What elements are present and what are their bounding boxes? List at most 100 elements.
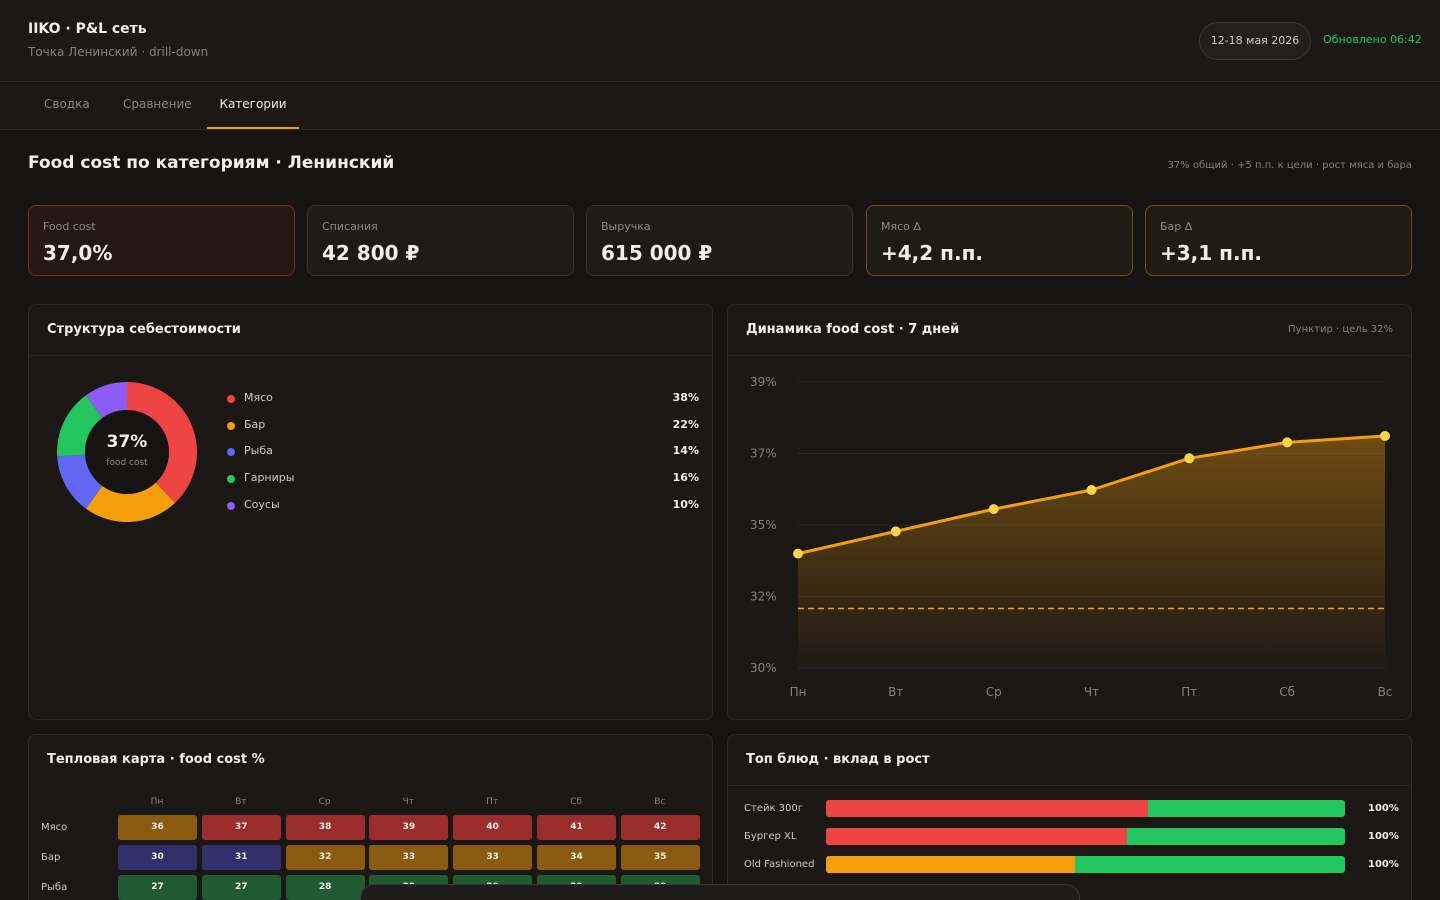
updated-status: Обновлено 06:42 bbox=[1323, 33, 1422, 46]
legend-label: Бар bbox=[244, 417, 266, 431]
heatmap-cell[interactable]: 28 bbox=[285, 875, 365, 900]
divider bbox=[728, 355, 1411, 356]
legend-dot-icon bbox=[227, 501, 235, 510]
x-tick-label: Ср bbox=[986, 685, 1002, 699]
heatmap-cell[interactable]: 39 bbox=[369, 815, 449, 840]
x-tick-label: Пн bbox=[790, 685, 807, 699]
legend-item[interactable]: Соусы 10% bbox=[227, 497, 699, 515]
heatmap-cell[interactable]: 40 bbox=[453, 815, 533, 840]
heatmap-row-label: Бар bbox=[41, 852, 61, 863]
cost-structure-panel: Структура себестоимости 37% food cost Мя… bbox=[28, 304, 713, 720]
heatmap-cell[interactable]: 36 bbox=[118, 815, 197, 840]
kpi-value: 615 000 ₽ bbox=[601, 241, 713, 265]
y-tick-label: 37% bbox=[750, 447, 777, 461]
dish-bar-fill bbox=[826, 856, 1076, 873]
date-range-picker[interactable]: 12-18 мая 2026 bbox=[1199, 22, 1311, 60]
legend-item[interactable]: Гарниры 16% bbox=[227, 470, 699, 488]
heatmap-cell[interactable]: 35 bbox=[620, 845, 700, 870]
heatmap-cell[interactable]: 31 bbox=[201, 845, 281, 870]
donut-center-label: food cost bbox=[106, 458, 148, 468]
dish-bar[interactable] bbox=[826, 856, 1345, 873]
heatmap-day-label: Пт bbox=[486, 797, 499, 807]
legend-label: Гарниры bbox=[244, 471, 295, 485]
donut-hole bbox=[85, 410, 169, 494]
page-title: Food cost по категориям · Ленинский bbox=[28, 153, 395, 173]
tab-bar: Сводка Сравнение Категории bbox=[0, 82, 1440, 130]
dish-bar[interactable] bbox=[826, 828, 1345, 845]
legend-item[interactable]: Рыба 14% bbox=[227, 443, 699, 461]
data-point[interactable] bbox=[1282, 437, 1293, 448]
legend-label: Рыба bbox=[244, 444, 273, 458]
panel-title: Структура себестоимости bbox=[47, 322, 241, 337]
kpi-label: Списания bbox=[322, 220, 378, 233]
kpi-food-cost: Food cost 37,0% bbox=[28, 205, 295, 276]
legend-item[interactable]: Бар 22% bbox=[227, 417, 699, 435]
dish-percent: 100% bbox=[1368, 803, 1399, 814]
page-summary-note: 37% общий · +5 п.п. к цели · рост мяса и… bbox=[1167, 160, 1412, 171]
dish-bar[interactable] bbox=[826, 800, 1345, 817]
kpi-label: Бар Δ bbox=[1160, 220, 1193, 233]
heatmap-cell[interactable]: 27 bbox=[201, 875, 281, 900]
heatmap-row-label: Рыба bbox=[41, 882, 68, 893]
heatmap-cell[interactable]: 33 bbox=[453, 845, 533, 870]
kpi-value: 37,0% bbox=[43, 241, 113, 265]
breadcrumb: Точка Ленинский · drill-down bbox=[28, 45, 209, 59]
heatmap-day-label: Ср bbox=[318, 797, 331, 807]
panel-note: Пунктир · цель 32% bbox=[1288, 324, 1393, 335]
y-tick-label: 39% bbox=[750, 375, 777, 389]
x-tick-label: Чт bbox=[1084, 685, 1099, 699]
dish-label: Стейк 300г bbox=[744, 803, 804, 814]
y-tick-label: 35% bbox=[750, 518, 777, 532]
heatmap-cell[interactable]: 42 bbox=[620, 815, 700, 840]
dynamics-panel: Динамика food cost · 7 дней Пунктир · це… bbox=[727, 304, 1412, 720]
data-point[interactable] bbox=[988, 504, 999, 515]
kpi-label: Мясо Δ bbox=[881, 220, 921, 233]
dish-label: Бургер XL bbox=[744, 831, 797, 842]
kpi-write-offs: Списания 42 800 ₽ bbox=[307, 205, 574, 276]
heatmap-cell[interactable]: 30 bbox=[118, 845, 197, 870]
heatmap-cell[interactable]: 41 bbox=[537, 815, 616, 840]
heatmap-day-label: Сб bbox=[570, 797, 582, 807]
legend-value: 14% bbox=[672, 444, 699, 458]
legend-value: 38% bbox=[672, 391, 699, 404]
heatmap-cell[interactable]: 32 bbox=[285, 845, 365, 870]
bottom-sheet-handle[interactable] bbox=[360, 884, 1080, 900]
kpi-bar-delta: Бар Δ +3,1 п.п. bbox=[1145, 205, 1412, 276]
data-point[interactable] bbox=[1184, 453, 1195, 464]
dish-bar-fill bbox=[826, 800, 1148, 817]
kpi-label: Выручка bbox=[601, 220, 651, 233]
heatmap-cell[interactable]: 27 bbox=[118, 875, 197, 900]
legend-dot-icon bbox=[227, 448, 235, 457]
heatmap-cell[interactable]: 33 bbox=[369, 845, 449, 870]
kpi-value: +3,1 п.п. bbox=[1160, 241, 1262, 265]
dish-label: Old Fashioned bbox=[744, 859, 815, 870]
legend-value: 16% bbox=[672, 471, 699, 485]
heatmap-cell[interactable]: 38 bbox=[285, 815, 365, 840]
top-dishes-panel: Топ блюд · вклад в рост Стейк 300г 100% Бу… bbox=[727, 734, 1412, 900]
heatmap-cell[interactable]: 37 bbox=[201, 815, 281, 840]
legend-value: 10% bbox=[672, 497, 699, 511]
panel-title: Топ блюд · вклад в рост bbox=[746, 752, 930, 767]
legend-label: Мясо bbox=[244, 391, 273, 404]
heatmap-day-label: Пн bbox=[150, 797, 164, 807]
heatmap-cell[interactable]: 34 bbox=[537, 845, 616, 870]
heatmap-row-label: Мясо bbox=[41, 822, 68, 833]
data-point[interactable] bbox=[1086, 485, 1097, 495]
legend-item[interactable]: Мясо 38% bbox=[227, 390, 699, 408]
legend-dot-icon bbox=[227, 475, 235, 484]
data-point[interactable] bbox=[793, 548, 803, 559]
line-chart: 39% 37% 35% 32% 30% Пн Вт Ср Чт Пт Сб Вс bbox=[750, 375, 1392, 699]
y-tick-label: 30% bbox=[750, 661, 777, 675]
dish-percent: 100% bbox=[1368, 859, 1399, 870]
panel-title: Тепловая карта · food cost % bbox=[47, 752, 265, 767]
kpi-label: Food cost bbox=[43, 220, 96, 233]
x-tick-label: Сб bbox=[1279, 685, 1295, 699]
tab-comparison[interactable]: Сравнение bbox=[123, 82, 192, 129]
data-point[interactable] bbox=[1380, 431, 1390, 441]
panel-title: Динамика food cost · 7 дней bbox=[746, 322, 960, 337]
app-header: IIKO · P&L сеть Точка Ленинский · drill-… bbox=[0, 0, 1440, 82]
tab-categories[interactable]: Категории bbox=[207, 82, 299, 129]
data-point[interactable] bbox=[890, 526, 901, 537]
legend-dot-icon bbox=[227, 421, 235, 430]
tab-summary[interactable]: Сводка bbox=[44, 82, 90, 129]
